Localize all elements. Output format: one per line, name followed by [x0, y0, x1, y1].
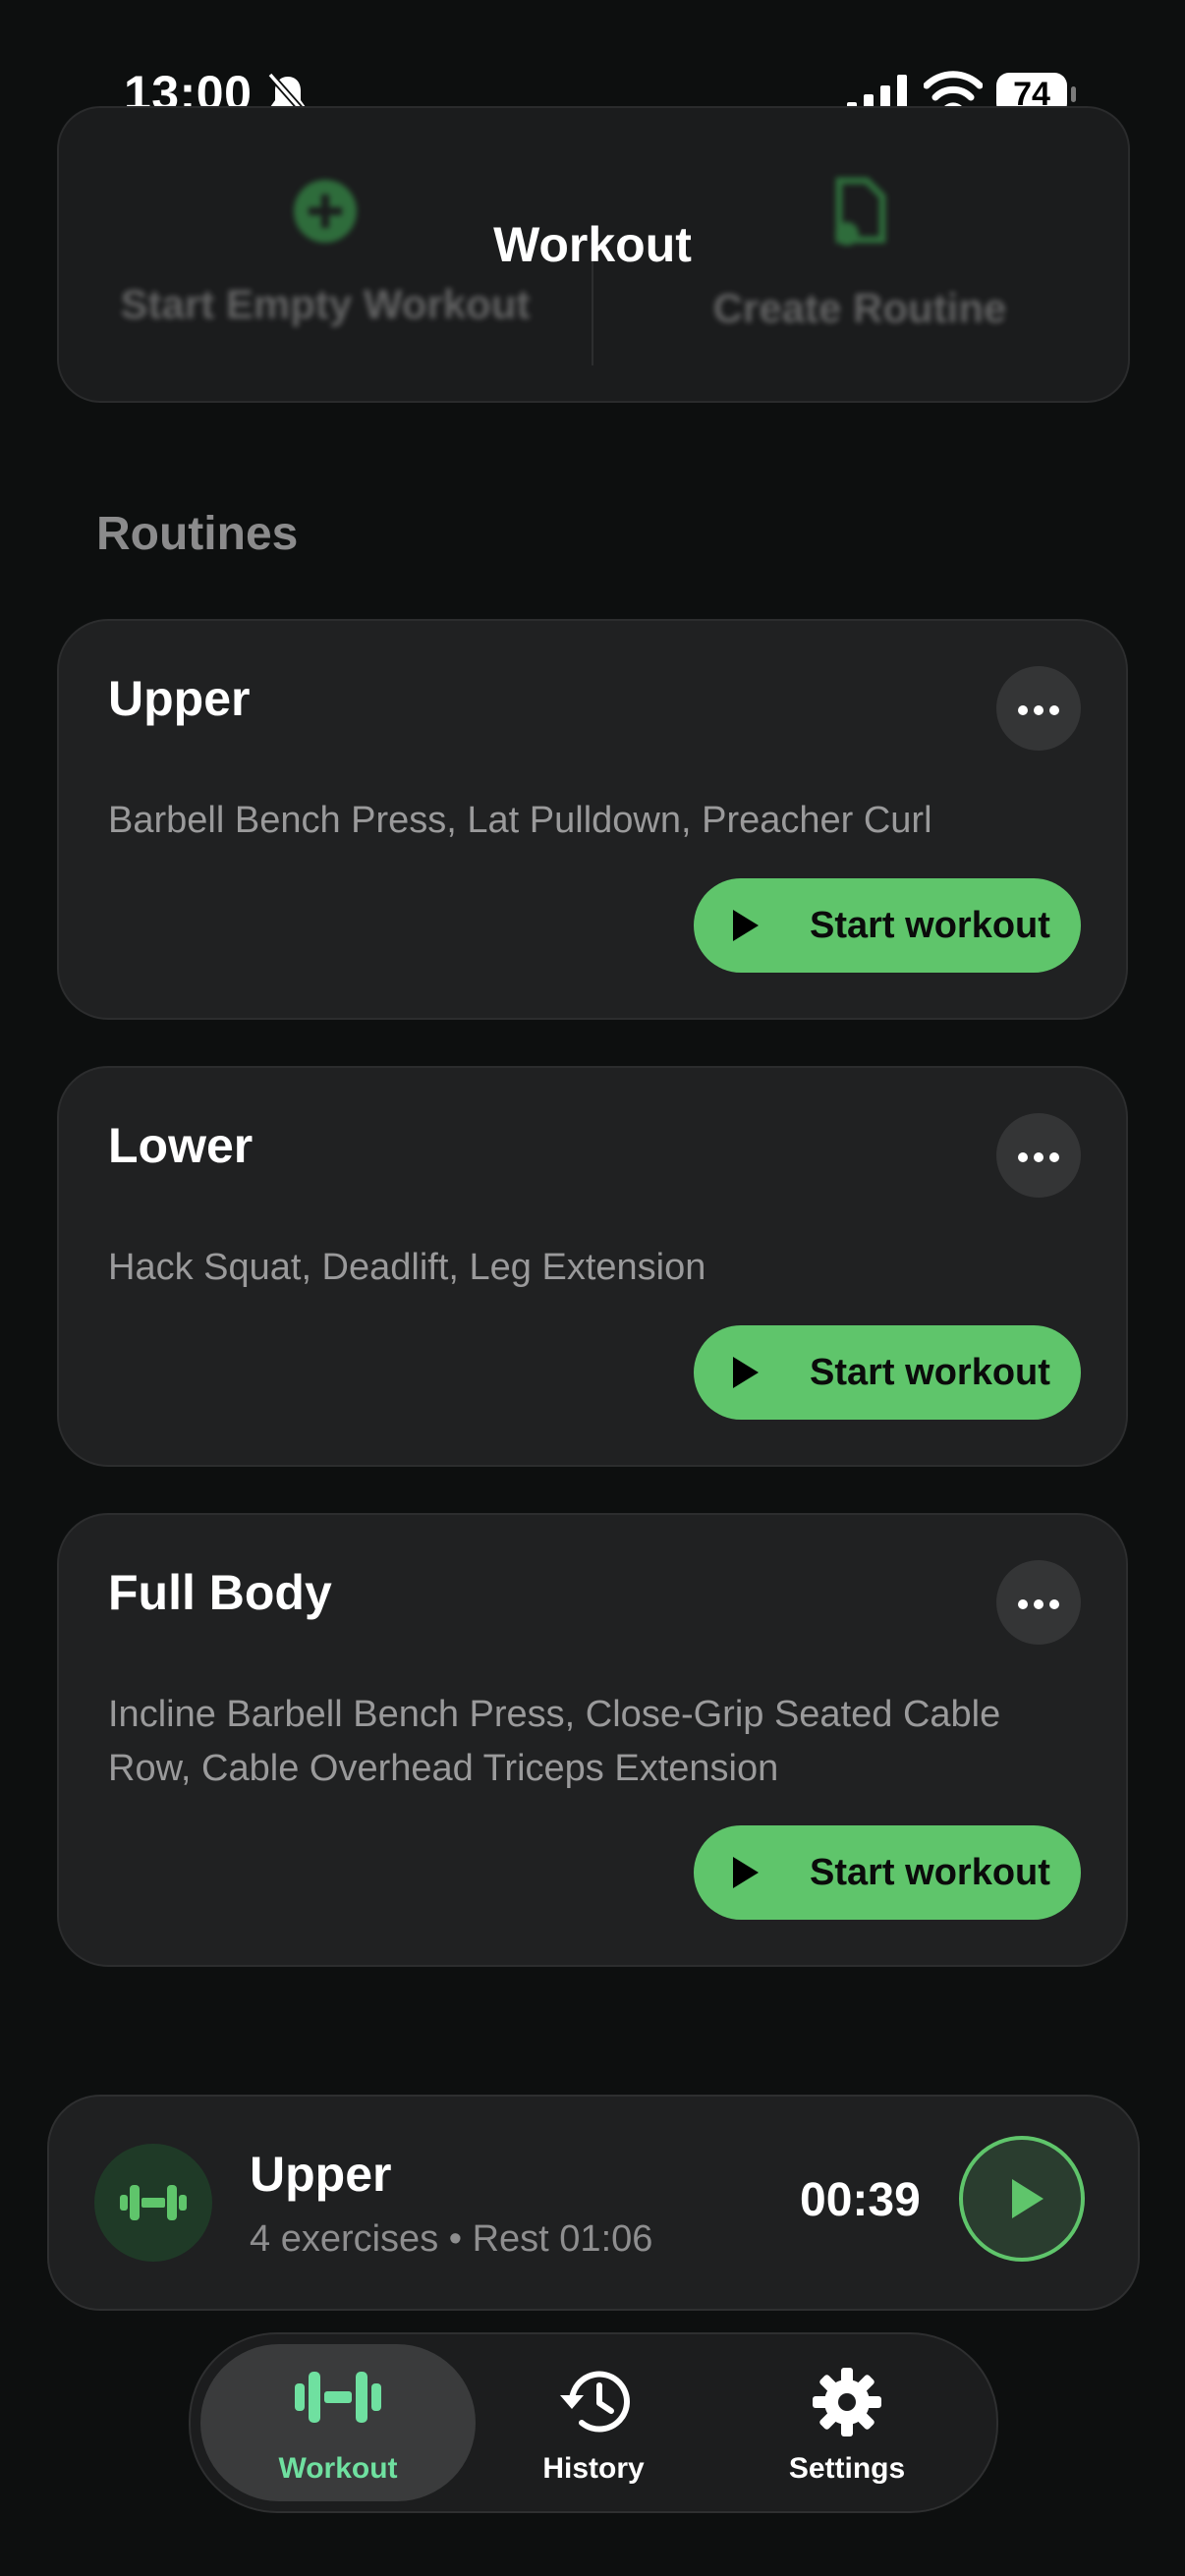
play-icon [733, 1857, 759, 1888]
routine-name: Upper [108, 671, 251, 726]
routine-name: Full Body [108, 1565, 332, 1620]
resume-workout-button[interactable] [959, 2136, 1085, 2262]
active-workout-timer: 00:39 [800, 2174, 921, 2226]
active-workout-name: Upper [250, 2147, 392, 2202]
tab-workout[interactable]: Workout [200, 2344, 476, 2501]
play-icon [1012, 2179, 1044, 2218]
routine-name: Lower [108, 1118, 254, 1173]
tab-workout-label: Workout [278, 2452, 398, 2485]
routine-more-button[interactable] [996, 1113, 1081, 1198]
routine-more-button[interactable] [996, 666, 1081, 751]
active-workout-icon [94, 2144, 212, 2262]
routine-more-button[interactable] [996, 1560, 1081, 1645]
dumbbell-icon [120, 2185, 187, 2220]
routine-exercises: Incline Barbell Bench Press, Close-Grip … [108, 1694, 1001, 1789]
active-workout-details: 4 exercises • Rest 01:06 [250, 2218, 653, 2260]
start-workout-button[interactable]: Start workout [694, 1325, 1081, 1420]
routine-exercises: Barbell Bench Press, Lat Pulldown, Preac… [108, 800, 932, 841]
gear-icon [813, 2368, 881, 2436]
play-icon [733, 910, 759, 941]
active-workout-bar[interactable]: Upper 4 exercises • Rest 01:06 00:39 [47, 2095, 1140, 2311]
tab-settings[interactable]: Settings [709, 2344, 985, 2501]
routine-card[interactable]: Upper Barbell Bench Press, Lat Pulldown,… [57, 619, 1128, 1020]
tab-settings-label: Settings [788, 2452, 906, 2485]
page-title: Workout [493, 217, 692, 272]
routine-card[interactable]: Full Body Incline Barbell Bench Press, C… [57, 1513, 1128, 1967]
start-workout-label: Start workout [810, 1352, 1050, 1393]
start-workout-label: Start workout [810, 905, 1050, 946]
create-routine-label: Create Routine [712, 285, 1007, 331]
start-workout-button[interactable]: Start workout [694, 1825, 1081, 1920]
start-workout-label: Start workout [810, 1852, 1050, 1893]
routines-section-title: Routines [96, 508, 299, 560]
routine-card[interactable]: Lower Hack Squat, Deadlift, Leg Extensio… [57, 1066, 1128, 1467]
play-icon [733, 1357, 759, 1388]
battery-tip [1071, 86, 1076, 102]
history-icon [560, 2371, 630, 2433]
routine-exercises: Hack Squat, Deadlift, Leg Extension [108, 1247, 706, 1288]
tab-bar: Workout History Settings [189, 2332, 998, 2513]
dumbbell-icon [295, 2372, 381, 2423]
tab-history-label: History [542, 2452, 645, 2485]
start-empty-workout-label: Start Empty Workout [120, 281, 531, 327]
tab-history[interactable]: History [456, 2344, 731, 2501]
start-workout-button[interactable]: Start workout [694, 878, 1081, 973]
